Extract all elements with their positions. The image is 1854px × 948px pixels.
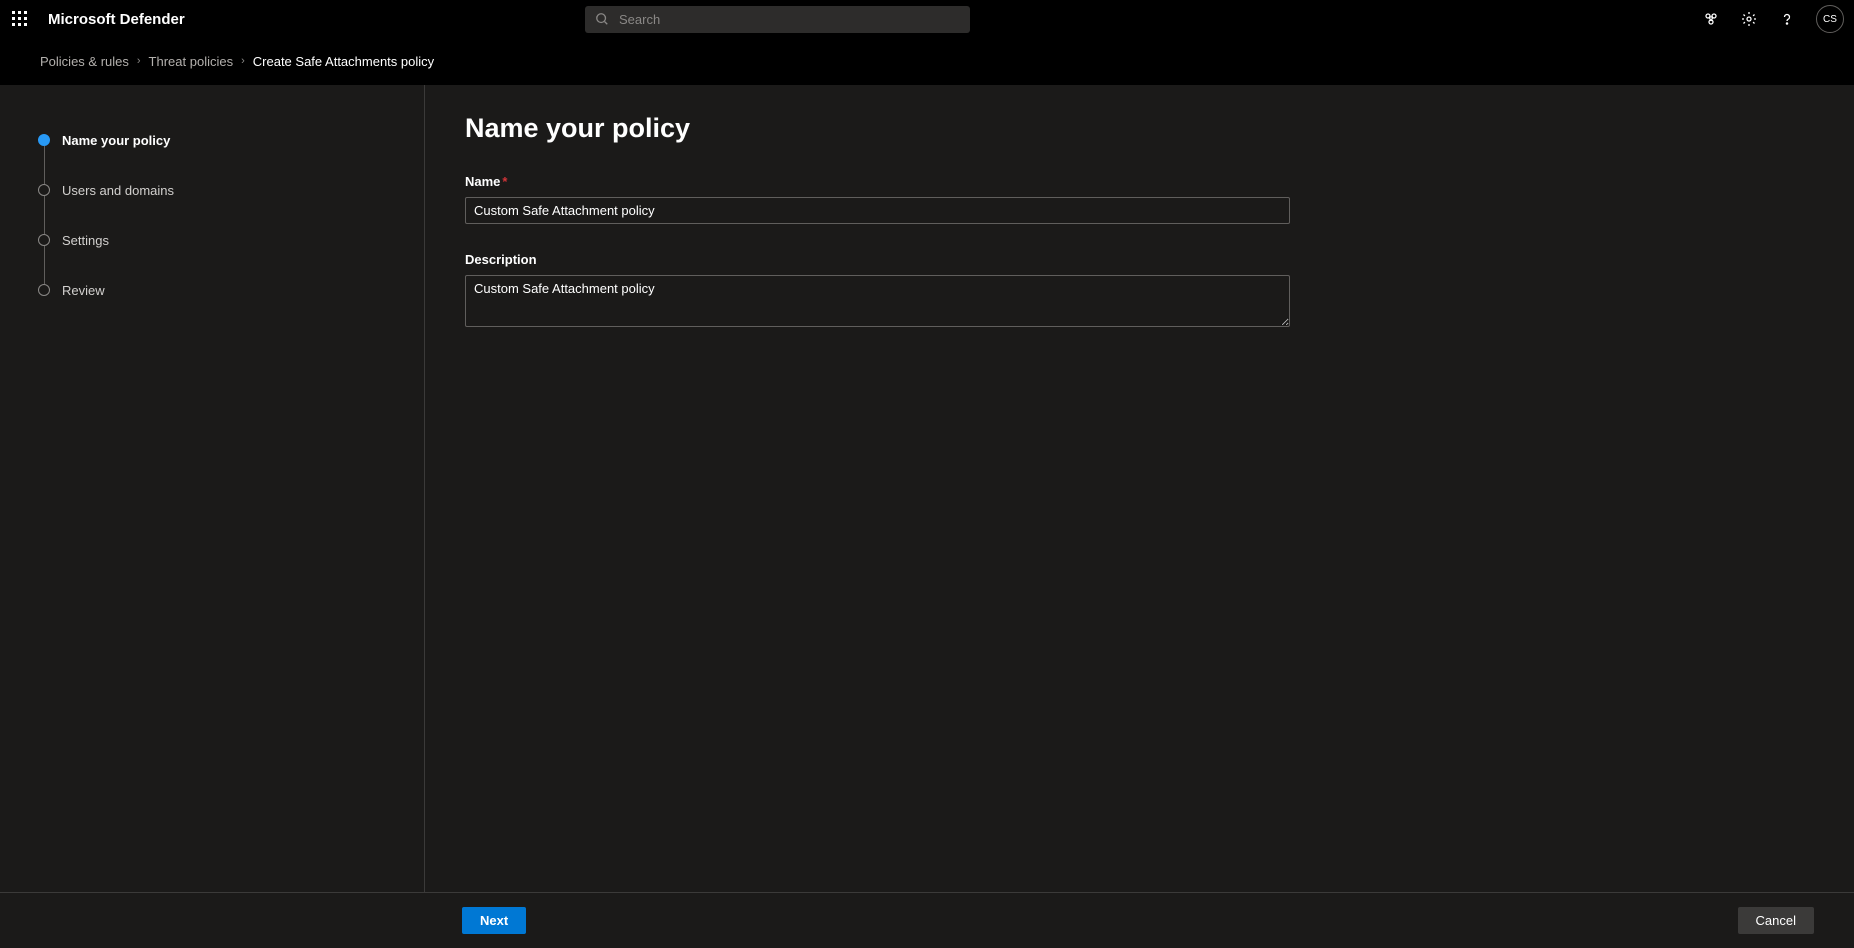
breadcrumb-threat-policies[interactable]: Threat policies [149,54,234,69]
name-label: Name* [465,174,1290,189]
breadcrumb-policies-rules[interactable]: Policies & rules [40,54,129,69]
step-name-policy[interactable]: Name your policy [38,115,424,165]
step-label: Review [62,283,105,298]
wizard-steps: Name your policy Users and domains Setti… [0,85,425,948]
chevron-right-icon: › [137,55,141,67]
form-content: Name your policy Name* Description [425,85,1854,948]
description-field-group: Description [465,252,1290,332]
wizard-footer: Next Cancel [0,892,1854,948]
step-indicator-icon [38,184,50,196]
user-avatar[interactable]: CS [1816,5,1844,33]
help-icon[interactable] [1778,10,1796,28]
step-label: Users and domains [62,183,174,198]
required-indicator: * [502,174,507,189]
cancel-button[interactable]: Cancel [1738,907,1814,934]
waffle-icon[interactable] [12,11,28,27]
app-header: Microsoft Defender CS [0,0,1854,38]
step-users-domains[interactable]: Users and domains [38,165,424,215]
step-review[interactable]: Review [38,265,424,315]
step-indicator-icon [38,134,50,146]
step-label: Name your policy [62,133,170,148]
page-title: Name your policy [465,113,1814,144]
settings-icon[interactable] [1740,10,1758,28]
policy-name-input[interactable] [465,197,1290,224]
app-title: Microsoft Defender [48,11,185,28]
step-settings[interactable]: Settings [38,215,424,265]
step-label: Settings [62,233,109,248]
step-indicator-icon [38,284,50,296]
search-input[interactable] [619,12,960,27]
main-content: Name your policy Users and domains Setti… [0,85,1854,948]
policy-description-input[interactable] [465,275,1290,327]
search-container[interactable] [585,6,970,33]
step-indicator-icon [38,234,50,246]
description-label: Description [465,252,1290,267]
chevron-right-icon: › [241,55,245,67]
community-icon[interactable] [1702,10,1720,28]
next-button[interactable]: Next [462,907,526,934]
search-icon [595,12,609,26]
name-field-group: Name* [465,174,1290,224]
breadcrumb-current: Create Safe Attachments policy [253,54,434,69]
breadcrumb: Policies & rules › Threat policies › Cre… [0,38,1854,85]
header-actions: CS [1702,5,1844,33]
